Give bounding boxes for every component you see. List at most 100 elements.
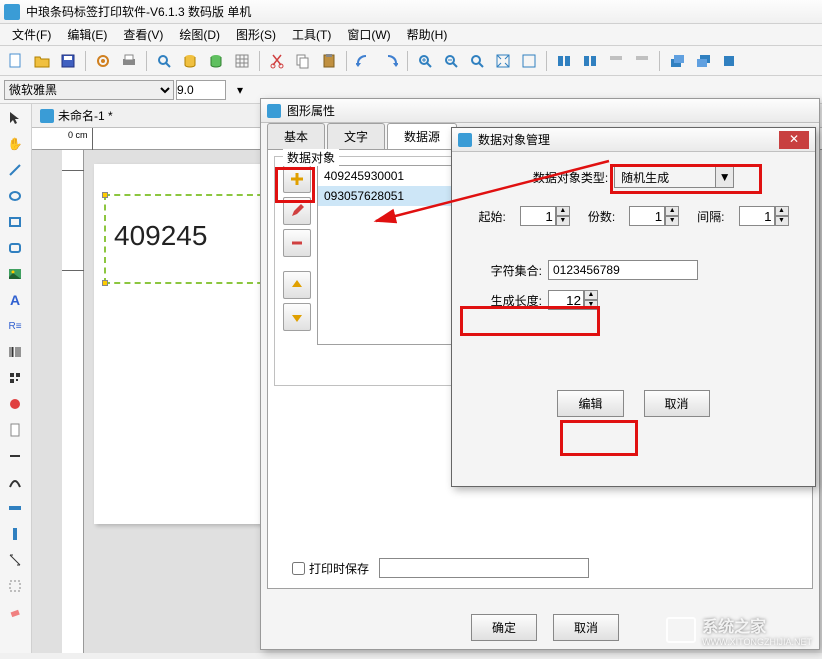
- image-tool[interactable]: [2, 262, 28, 286]
- spin-down-icon[interactable]: ▼: [665, 216, 679, 226]
- grid-button[interactable]: [230, 49, 254, 73]
- menu-edit[interactable]: 编辑(E): [59, 24, 115, 45]
- fontsize-input[interactable]: [176, 80, 226, 100]
- moveup-button[interactable]: [283, 271, 311, 299]
- frame-tool[interactable]: [2, 574, 28, 598]
- handle-bottom-left[interactable]: [102, 280, 108, 286]
- new-button[interactable]: [4, 49, 28, 73]
- zoompage-button[interactable]: [517, 49, 541, 73]
- tab-text[interactable]: 文字: [327, 123, 385, 149]
- spin-up-icon[interactable]: ▲: [556, 206, 570, 216]
- watermark-line2: WWW.XITONGZHIJIA.NET: [702, 637, 812, 647]
- spin-up-icon[interactable]: ▲: [775, 206, 789, 216]
- menu-draw[interactable]: 绘图(D): [171, 24, 228, 45]
- ruler-tool[interactable]: [2, 496, 28, 520]
- menu-shape[interactable]: 图形(S): [228, 24, 284, 45]
- redo-button[interactable]: [378, 49, 402, 73]
- open-button[interactable]: [30, 49, 54, 73]
- fontsize-updown[interactable]: ▾: [228, 78, 252, 102]
- paste-button[interactable]: [317, 49, 341, 73]
- ruler2-tool[interactable]: [2, 522, 28, 546]
- menu-file[interactable]: 文件(F): [4, 24, 59, 45]
- hand-tool[interactable]: ✋: [2, 132, 28, 156]
- print-save-input[interactable]: [379, 558, 589, 578]
- undo-button[interactable]: [352, 49, 376, 73]
- richtext-tool[interactable]: R≡: [2, 314, 28, 338]
- ok-button[interactable]: 确定: [471, 614, 537, 641]
- properties-dialog: 图形属性 基本 文字 数据源 数据对象 409245930001 0930576: [260, 98, 820, 650]
- prop-dialog-titlebar[interactable]: 图形属性: [261, 99, 819, 123]
- menu-view[interactable]: 查看(V): [115, 24, 171, 45]
- cut-button[interactable]: [265, 49, 289, 73]
- align2-button[interactable]: [578, 49, 602, 73]
- database2-button[interactable]: [204, 49, 228, 73]
- length-input[interactable]: [548, 290, 584, 310]
- charset-input[interactable]: [548, 260, 698, 280]
- edit-data-button[interactable]: [283, 197, 311, 225]
- doc-icon: [40, 109, 54, 123]
- tab-basic[interactable]: 基本: [267, 123, 325, 149]
- curve-tool[interactable]: [2, 470, 28, 494]
- doc-tab[interactable]: 未命名-1 *: [58, 107, 113, 124]
- eraser-tool[interactable]: [2, 600, 28, 624]
- preview-button[interactable]: [152, 49, 176, 73]
- type-label: 数据对象类型:: [533, 169, 614, 186]
- sub-dialog-title: 数据对象管理: [478, 131, 550, 148]
- copies-input[interactable]: [629, 206, 665, 226]
- zoomout-button[interactable]: [439, 49, 463, 73]
- tab-datasource[interactable]: 数据源: [387, 123, 457, 149]
- line-tool[interactable]: [2, 158, 28, 182]
- layer1-button[interactable]: [665, 49, 689, 73]
- rect-tool[interactable]: [2, 210, 28, 234]
- roundrect-tool[interactable]: [2, 236, 28, 260]
- type-combo[interactable]: 随机生成 ▼: [614, 166, 734, 188]
- app-icon: [458, 133, 472, 147]
- start-input[interactable]: [520, 206, 556, 226]
- align1-button[interactable]: [552, 49, 576, 73]
- close-button[interactable]: ✕: [779, 131, 809, 149]
- font-select[interactable]: 微软雅黑: [4, 80, 174, 100]
- line2-tool[interactable]: [2, 444, 28, 468]
- layer3-button[interactable]: [717, 49, 741, 73]
- print-button[interactable]: [117, 49, 141, 73]
- gap-input[interactable]: [739, 206, 775, 226]
- circle2-tool[interactable]: [2, 392, 28, 416]
- text-tool[interactable]: A: [2, 288, 28, 312]
- cancel-button[interactable]: 取消: [553, 614, 619, 641]
- spin-up-icon[interactable]: ▲: [665, 206, 679, 216]
- movedown-button[interactable]: [283, 303, 311, 331]
- edit-button[interactable]: 编辑: [557, 390, 623, 417]
- zoom100-button[interactable]: [465, 49, 489, 73]
- cancel-button[interactable]: 取消: [644, 390, 710, 417]
- app-icon: [267, 104, 281, 118]
- spin-down-icon[interactable]: ▼: [775, 216, 789, 226]
- zoomin-button[interactable]: [413, 49, 437, 73]
- add-data-button[interactable]: [283, 165, 311, 193]
- spin-up-icon[interactable]: ▲: [584, 290, 598, 300]
- align3-button[interactable]: [604, 49, 628, 73]
- measure-tool[interactable]: [2, 548, 28, 572]
- zoomfit-button[interactable]: [491, 49, 515, 73]
- menu-tool[interactable]: 工具(T): [284, 24, 339, 45]
- copy-button[interactable]: [291, 49, 315, 73]
- menu-window[interactable]: 窗口(W): [339, 24, 398, 45]
- app-icon: [4, 4, 20, 20]
- remove-data-button[interactable]: [283, 229, 311, 257]
- align4-button[interactable]: [630, 49, 654, 73]
- chevron-down-icon[interactable]: ▼: [715, 167, 733, 187]
- database-button[interactable]: [178, 49, 202, 73]
- sub-dialog-titlebar[interactable]: 数据对象管理 ✕: [452, 128, 815, 152]
- menu-help[interactable]: 帮助(H): [399, 24, 456, 45]
- pointer-tool[interactable]: [2, 106, 28, 130]
- layer2-button[interactable]: [691, 49, 715, 73]
- settings-button[interactable]: [91, 49, 115, 73]
- qrcode-tool[interactable]: [2, 366, 28, 390]
- spin-down-icon[interactable]: ▼: [584, 300, 598, 310]
- ellipse-tool[interactable]: [2, 184, 28, 208]
- doc-tool[interactable]: [2, 418, 28, 442]
- print-save-checkbox[interactable]: [292, 562, 305, 575]
- barcode-tool[interactable]: [2, 340, 28, 364]
- spin-down-icon[interactable]: ▼: [556, 216, 570, 226]
- save-button[interactable]: [56, 49, 80, 73]
- handle-top-left[interactable]: [102, 192, 108, 198]
